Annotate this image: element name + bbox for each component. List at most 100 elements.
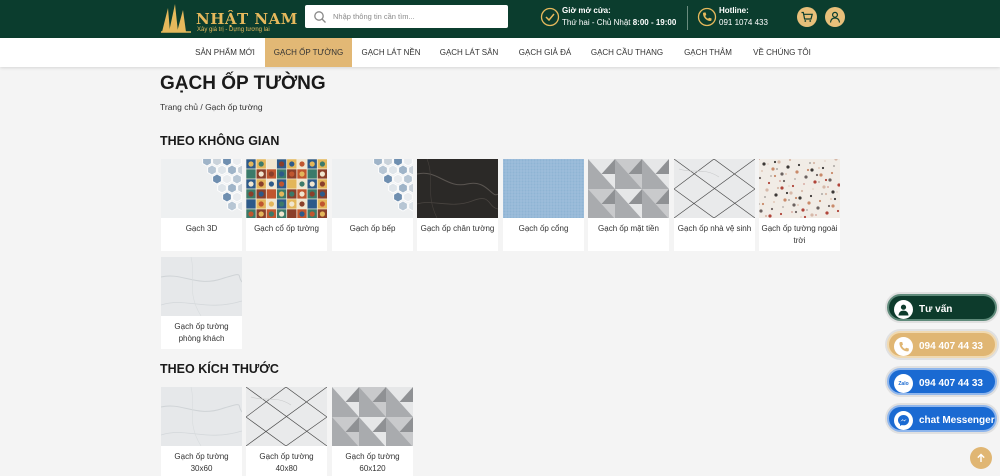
category-thumbnail <box>161 387 242 446</box>
tile-pattern-image <box>759 159 840 218</box>
arrow-up-icon <box>977 453 985 462</box>
header-divider <box>687 6 688 30</box>
user-icon <box>829 11 841 23</box>
category-card[interactable]: Gạch ốp tường 40x80 <box>246 387 327 476</box>
category-label: Gạch cổ ốp tường <box>254 224 319 233</box>
tile-pattern-image <box>332 387 413 446</box>
hotline-number[interactable]: 091 1074 433 <box>719 18 768 27</box>
category-label: Gạch ốp tường 60x120 <box>345 452 400 473</box>
category-label: Gạch ốp mặt tiền <box>598 224 659 233</box>
breadcrumb: Trang chủ / Gạch ốp tường <box>160 102 263 112</box>
category-label: Gạch ốp cổng <box>518 224 569 233</box>
logo-mark-icon <box>161 4 191 33</box>
category-card[interactable]: Gạch cổ ốp tường <box>246 159 327 251</box>
zalo-button[interactable]: Zalo 094 407 44 33 <box>887 368 997 395</box>
hours-text: Thứ hai - Chủ Nhật 8:00 - 19:00 <box>562 18 677 27</box>
page-title: GẠCH ỐP TƯỜNG <box>160 73 326 94</box>
hours-time: 8:00 - 19:00 <box>632 18 677 27</box>
category-card[interactable]: Gạch ốp tường phòng khách <box>161 257 242 349</box>
tile-pattern-image <box>503 159 584 218</box>
category-label: Gạch ốp tường ngoài trời <box>761 224 838 245</box>
zalo-icon: Zalo <box>894 374 913 393</box>
phone-icon <box>697 7 717 27</box>
section-title-by-size: THEO KÍCH THƯỚC <box>160 362 279 376</box>
cart-icon <box>801 11 813 22</box>
logo-name: NHẬT NAM <box>196 10 298 28</box>
nav-yard-tiles[interactable]: GẠCH LÁT SÂN <box>436 38 502 67</box>
tile-pattern-image <box>417 159 498 218</box>
search-box[interactable] <box>305 5 508 28</box>
tile-pattern-image <box>332 159 413 218</box>
category-thumbnail <box>332 387 413 446</box>
nav-stair-tiles[interactable]: GẠCH CẦU THANG <box>589 38 665 67</box>
consult-button[interactable]: Tư vấn <box>887 294 997 321</box>
search-input[interactable] <box>333 8 503 25</box>
category-thumbnail <box>246 387 327 446</box>
opening-hours: Giờ mở cửa: Thứ hai - Chủ Nhật 8:00 - 19… <box>540 4 685 32</box>
category-thumbnail <box>759 159 840 218</box>
breadcrumb-home-link[interactable]: Trang chủ <box>160 102 198 112</box>
tile-pattern-image <box>161 387 242 446</box>
category-card[interactable]: Gạch ốp tường 30x60 <box>161 387 242 476</box>
category-card[interactable]: Gạch ốp bếp <box>332 159 413 251</box>
category-label: Gạch ốp chân tường <box>420 224 495 233</box>
tile-pattern-image <box>674 159 755 218</box>
category-thumbnail <box>503 159 584 218</box>
breadcrumb-separator: / <box>197 102 206 112</box>
user-avatar-icon <box>894 300 913 319</box>
call-button[interactable]: 094 407 44 33 <box>887 331 997 358</box>
category-thumbnail <box>674 159 755 218</box>
tile-pattern-image <box>246 159 327 218</box>
category-label: Gạch ốp tường phòng khách <box>174 322 229 343</box>
category-card[interactable]: Gạch ốp cổng <box>503 159 584 251</box>
category-card[interactable]: Gạch ốp chân tường <box>417 159 498 251</box>
account-button[interactable] <box>825 7 845 27</box>
category-label: Gạch 3D <box>185 224 218 233</box>
tile-pattern-image <box>161 257 242 316</box>
nav-stone-look-tiles[interactable]: GẠCH GIẢ ĐÁ <box>514 38 576 67</box>
nav-new-products[interactable]: SẢN PHẨM MỚI <box>189 38 261 67</box>
category-label: Gạch ốp bếp <box>349 224 396 233</box>
cart-button[interactable] <box>797 7 817 27</box>
category-thumbnail <box>332 159 413 218</box>
consult-label: Tư vấn <box>919 304 953 315</box>
clock-check-icon <box>540 7 560 27</box>
category-label: Gạch ốp tường 30x60 <box>174 452 229 473</box>
logo[interactable]: NHẬT NAM Xây giá trị - Dựng tương lai <box>160 2 297 36</box>
back-to-top-button[interactable] <box>970 447 992 469</box>
search-icon[interactable] <box>313 10 327 24</box>
category-thumbnail <box>161 257 242 316</box>
nav-wall-tiles[interactable]: GẠCH ỐP TƯỜNG <box>265 38 352 67</box>
tile-pattern-image <box>246 387 327 446</box>
category-card[interactable]: Gạch 3D <box>161 159 242 251</box>
category-card[interactable]: Gạch ốp nhà vệ sinh <box>674 159 755 251</box>
category-label: Gạch ốp nhà vệ sinh <box>677 224 752 233</box>
main-nav: SẢN PHẨM MỚI GẠCH ỐP TƯỜNG GẠCH LÁT NỀN … <box>0 38 1000 67</box>
hotline-title: Hotline: <box>719 6 749 15</box>
category-card[interactable]: Gạch ốp mặt tiền <box>588 159 669 251</box>
phone-icon <box>894 337 913 356</box>
category-thumbnail <box>588 159 669 218</box>
call-phone-number: 094 407 44 33 <box>919 341 983 352</box>
breadcrumb-current: Gạch ốp tường <box>205 102 263 112</box>
category-thumbnail <box>417 159 498 218</box>
messenger-button[interactable]: chat Messenger <box>887 405 997 432</box>
tile-pattern-image <box>161 159 242 218</box>
zalo-phone-number: 094 407 44 33 <box>919 378 983 389</box>
category-thumbnail <box>161 159 242 218</box>
category-card[interactable]: Gạch ốp tường ngoài trời <box>759 159 840 251</box>
category-label: Gạch ốp tường 40x80 <box>259 452 314 473</box>
category-thumbnail <box>246 159 327 218</box>
nav-about-us[interactable]: VỀ CHÚNG TÔI <box>750 38 814 67</box>
hotline[interactable]: Hotline: 091 1074 433 <box>697 4 792 32</box>
category-card[interactable]: Gạch ốp tường 60x120 <box>332 387 413 476</box>
section-title-by-space: THEO KHÔNG GIAN <box>160 134 280 148</box>
hours-title: Giờ mở cửa: <box>562 6 611 15</box>
logo-tagline: Xây giá trị - Dựng tương lai <box>197 27 270 33</box>
tile-pattern-image <box>588 159 669 218</box>
messenger-icon <box>894 411 913 430</box>
messenger-label: chat Messenger <box>919 415 995 426</box>
nav-floor-tiles[interactable]: GẠCH LÁT NỀN <box>358 38 424 67</box>
nav-carpet-tiles[interactable]: GẠCH THẢM <box>680 38 736 67</box>
top-header-bar: NHẬT NAM Xây giá trị - Dựng tương lai Gi… <box>0 0 1000 38</box>
